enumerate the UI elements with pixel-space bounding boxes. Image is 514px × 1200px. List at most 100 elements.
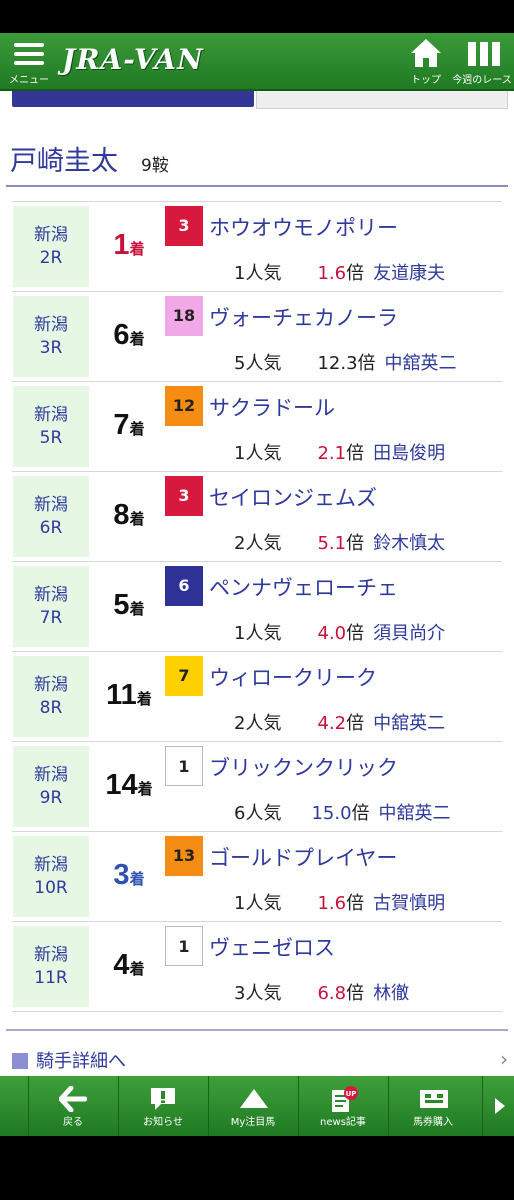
race-venue: 新潟 6R	[13, 476, 89, 557]
finish-place: 1着	[92, 202, 166, 292]
horse-number-badge: 13	[165, 836, 203, 876]
horse-name-link[interactable]: セイロンジェムズ	[209, 482, 377, 512]
up-badge: UP	[346, 1090, 357, 1098]
popularity: 3人気	[234, 983, 282, 1004]
popularity: 1人気	[234, 623, 282, 644]
horse-name-link[interactable]: ブリックンクリック	[209, 752, 398, 782]
columns-icon	[468, 42, 500, 66]
place-unit: 着	[129, 240, 145, 258]
place-number: 5	[113, 589, 130, 621]
popularity: 1人気	[234, 263, 282, 284]
horse-number-badge: 7	[165, 656, 203, 696]
result-row[interactable]: 新潟 5R 7着 12 サクラドール 1人気 2.1倍 田島俊明	[12, 382, 502, 472]
race-number: 10R	[34, 878, 68, 898]
horse-name-link[interactable]: ヴェニゼロス	[209, 932, 335, 962]
triangle-right-icon	[495, 1098, 505, 1114]
odds-unit: 倍	[346, 983, 365, 1004]
horse-name-link[interactable]: ヴォーチェカノーラ	[209, 302, 398, 332]
result-row[interactable]: 新潟 7R 5着 6 ペンナヴェローチェ 1人気 4.0倍 須貝尚介	[12, 562, 502, 652]
trainer-name[interactable]: 友道康夫	[373, 263, 445, 284]
race-info: 5人気 12.3倍 中舘英二	[234, 349, 457, 375]
news-articles-button[interactable]: UP news記事	[298, 1076, 387, 1136]
horse-name-link[interactable]: サクラドール	[209, 392, 335, 422]
top-button[interactable]: トップ	[404, 33, 448, 89]
horse-name-link[interactable]: ゴールドプレイヤー	[209, 842, 397, 872]
race-number: 9R	[39, 788, 63, 808]
odds-unit: 倍	[351, 803, 370, 824]
popularity: 1人気	[234, 893, 282, 914]
place-number: 1	[113, 229, 130, 261]
horse-name-link[interactable]: ペンナヴェローチェ	[209, 572, 398, 602]
race-info: 2人気 5.1倍 鈴木慎太	[234, 529, 445, 555]
horse-name-link[interactable]: ホウオウモノポリー	[209, 212, 398, 242]
result-row[interactable]: 新潟 10R 3着 13 ゴールドプレイヤー 1人気 1.6倍 古賀慎明	[12, 832, 502, 922]
result-row[interactable]: 新潟 2R 1着 3 ホウオウモノポリー 1人気 1.6倍 友道康夫	[12, 202, 502, 292]
horse-number-badge: 1	[165, 746, 203, 786]
main-content: 戸崎圭太 9鞍 新潟 2R 1着 3 ホウオウモノポリー 1人気 1.6倍 友道康夫 …	[0, 91, 514, 1076]
jockey-detail-label: 騎手詳細へ	[36, 1051, 126, 1072]
finish-place: 8着	[92, 472, 166, 562]
race-info: 3人気 6.8倍 林徹	[234, 979, 409, 1005]
trainer-name[interactable]: 須貝尚介	[373, 623, 445, 644]
odds: 1.6	[317, 263, 347, 284]
result-row[interactable]: 新潟 8R 11着 7 ウィロークリーク 2人気 4.2倍 中舘英二	[12, 652, 502, 742]
buy-ticket-button[interactable]: 馬券購入	[388, 1076, 477, 1136]
place-number: 8	[113, 499, 130, 531]
horse-number-badge: 1	[165, 926, 203, 966]
tab-unselected[interactable]	[256, 91, 508, 109]
toolbar-next-button[interactable]	[482, 1076, 514, 1136]
venue-name: 新潟	[34, 315, 68, 335]
jockey-detail-link[interactable]: 騎手詳細へ ›	[12, 1047, 508, 1075]
notice-button[interactable]: お知らせ	[118, 1076, 207, 1136]
news-articles-label: news記事	[320, 1117, 366, 1128]
odds: 6.8	[317, 983, 347, 1004]
odds: 4.0	[317, 623, 347, 644]
ride-count: 9鞍	[141, 156, 169, 176]
trainer-name[interactable]: 中舘英二	[373, 713, 445, 734]
place-number: 6	[113, 319, 130, 351]
place-number: 11	[106, 679, 137, 711]
horse-name-link[interactable]: ウィロークリーク	[209, 662, 377, 692]
race-number: 3R	[39, 338, 63, 358]
place-unit: 着	[136, 690, 152, 708]
arrow-left-icon	[59, 1086, 87, 1112]
trainer-name[interactable]: 中舘英二	[379, 803, 451, 824]
finish-place: 4着	[92, 922, 166, 1012]
venue-name: 新潟	[34, 945, 68, 965]
result-row[interactable]: 新潟 3R 6着 18 ヴォーチェカノーラ 5人気 12.3倍 中舘英二	[12, 292, 502, 382]
my-favorite-horse-button[interactable]: My注目馬	[208, 1076, 297, 1136]
trainer-name[interactable]: 林徹	[373, 983, 409, 1004]
odds-unit: 倍	[346, 713, 365, 734]
place-number: 4	[113, 949, 130, 981]
trainer-name[interactable]: 中舘英二	[385, 353, 457, 374]
system-nav-bar	[0, 1136, 514, 1200]
finish-place: 14着	[92, 742, 166, 832]
result-row[interactable]: 新潟 11R 4着 1 ヴェニゼロス 3人気 6.8倍 林徹	[12, 922, 502, 1012]
popularity: 2人気	[234, 713, 282, 734]
mountain-icon	[240, 1089, 268, 1108]
venue-name: 新潟	[34, 855, 68, 875]
back-button[interactable]: 戻る	[28, 1076, 117, 1136]
odds: 15.0	[311, 803, 352, 824]
trainer-name[interactable]: 田島俊明	[373, 443, 445, 464]
jra-van-logo[interactable]: JRA-VAN	[62, 43, 204, 76]
race-info: 1人気 4.0倍 須貝尚介	[234, 619, 445, 645]
race-number: 11R	[34, 968, 68, 988]
horse-number-badge: 3	[165, 476, 203, 516]
finish-place: 11着	[92, 652, 166, 742]
finish-place: 7着	[92, 382, 166, 472]
popularity: 1人気	[234, 443, 282, 464]
result-row[interactable]: 新潟 6R 8着 3 セイロンジェムズ 2人気 5.1倍 鈴木慎太	[12, 472, 502, 562]
trainer-name[interactable]: 古賀慎明	[373, 893, 445, 914]
menu-button[interactable]: メニュー	[6, 33, 52, 89]
popularity: 6人気	[234, 803, 282, 824]
status-bar	[0, 0, 514, 33]
trainer-name[interactable]: 鈴木慎太	[373, 533, 445, 554]
this-week-races-button[interactable]: 今週のレース	[452, 33, 512, 89]
result-row[interactable]: 新潟 9R 14着 1 ブリックンクリック 6人気 15.0倍 中舘英二	[12, 742, 502, 832]
race-venue: 新潟 5R	[13, 386, 89, 467]
finish-place: 5着	[92, 562, 166, 652]
horse-number-badge: 12	[165, 386, 203, 426]
bottom-toolbar: 戻る お知らせ My注目馬 UP news記事 馬券購入	[0, 1076, 514, 1136]
tab-selected[interactable]	[12, 91, 254, 107]
